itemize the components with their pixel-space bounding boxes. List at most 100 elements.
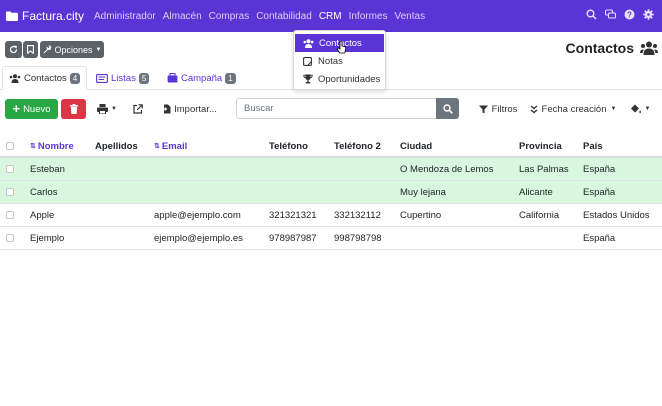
tab-label: Contactos (24, 72, 67, 84)
delete-button[interactable] (61, 99, 86, 119)
tab-label: Listas (111, 72, 136, 84)
column-header-pais[interactable]: País (583, 136, 603, 156)
row-checkbox[interactable] (6, 234, 14, 242)
cell-nombre[interactable]: Carlos (30, 181, 57, 203)
cell-pais: España (583, 232, 616, 244)
users-icon (303, 38, 314, 48)
refresh-button[interactable] (5, 41, 22, 58)
cell-ciudad: Cupertino (400, 209, 442, 221)
options-label: Opciones (54, 44, 93, 55)
column-header-provincia[interactable]: Provincia (519, 136, 562, 156)
column-label: País (583, 140, 603, 152)
note-icon (302, 56, 313, 66)
bookmark-button[interactable] (23, 41, 38, 58)
filters-label: Filtros (491, 103, 518, 115)
sort-button[interactable]: Fecha creación ▼ (528, 99, 618, 119)
cell-ciudad: O Mendoza de Lemos (400, 163, 494, 175)
cell-telefono: 978987987 (269, 232, 317, 244)
search-bar (236, 98, 459, 119)
nav-item-administrador[interactable]: Administrador (94, 11, 156, 22)
svg-text:?: ? (627, 10, 632, 19)
cell-nombre[interactable]: Apple (30, 204, 54, 226)
select-all-checkbox[interactable] (6, 142, 14, 150)
cell-ciudad: Muy lejana (400, 186, 446, 198)
cell-nombre[interactable]: Esteban (30, 158, 65, 180)
export-button[interactable] (128, 99, 148, 119)
nav-item-ventas[interactable]: Ventas (395, 11, 426, 22)
new-label: Nuevo (23, 103, 51, 115)
chat-icon[interactable] (604, 9, 617, 20)
import-label: Importar... (174, 103, 217, 115)
cell-pais: Estados Unidos (583, 209, 650, 221)
plus-icon: + (12, 101, 21, 116)
tab-contactos[interactable]: Contactos 4 (2, 66, 88, 90)
table-row[interactable]: Carlos Muy lejana Alicante España (0, 181, 662, 204)
search-button[interactable] (436, 98, 459, 119)
cell-pais: España (583, 186, 616, 198)
tab-campana[interactable]: Campaña 1 (167, 66, 236, 90)
tab-count-badge: 4 (69, 72, 81, 84)
refresh-icon (9, 45, 18, 54)
filters-button[interactable]: Filtros (473, 99, 523, 119)
gear-icon[interactable] (643, 9, 654, 20)
print-button[interactable]: ▼ (92, 99, 122, 119)
nav-item-informes[interactable]: Informes (349, 11, 388, 22)
table-row[interactable]: Ejemplo ejemplo@ejemplo.es 978987987 998… (0, 227, 662, 250)
crm-dropdown-menu: Contactos Notas Oportunidades (293, 30, 386, 90)
tab-count-badge: 5 (138, 72, 150, 84)
dropdown-item-notas[interactable]: Notas (294, 52, 385, 70)
column-label: Provincia (519, 140, 562, 152)
column-label: Email (161, 140, 188, 152)
trophy-icon (302, 74, 313, 84)
column-header-apellidos[interactable]: Apellidos (95, 136, 138, 156)
caret-down-icon: ▼ (644, 106, 651, 112)
column-header-telefono2[interactable]: Teléfono 2 (334, 136, 381, 156)
column-header-email[interactable]: ⇅ Email (154, 136, 187, 156)
print-icon (97, 104, 109, 114)
bookmark-icon (27, 45, 34, 54)
nav-item-contabilidad[interactable]: Contabilidad (256, 11, 312, 22)
cell-email: apple@ejemplo.com (154, 209, 241, 221)
cell-telefono2: 998798798 (334, 232, 382, 244)
brand-link[interactable]: Factura.city (6, 9, 84, 23)
search-icon[interactable] (586, 9, 597, 20)
nav-item-almacen[interactable]: Almacén (163, 11, 202, 22)
color-fill-button[interactable]: ▼ (624, 99, 656, 119)
row-checkbox-cell[interactable] (6, 227, 14, 249)
column-header-nombre[interactable]: ⇅ Nombre (30, 136, 74, 156)
caret-down-icon: ▼ (111, 106, 117, 112)
dropdown-item-label: Oportunidades (318, 73, 381, 85)
top-navbar: Factura.city Administrador Almacén Compr… (0, 0, 662, 32)
row-checkbox[interactable] (6, 165, 14, 173)
column-header-ciudad[interactable]: Ciudad (400, 136, 432, 156)
contacts-table: ⇅ Nombre Apellidos ⇅ Email Teléfono Teléfo… (0, 136, 662, 250)
row-checkbox[interactable] (6, 188, 14, 196)
tab-label: Campaña (181, 72, 223, 84)
options-button[interactable]: Opciones ▼ (40, 41, 104, 58)
help-icon[interactable]: ? (624, 9, 635, 20)
cell-provincia: Alicante (519, 186, 553, 198)
row-checkbox-cell[interactable] (6, 158, 14, 180)
cell-nombre[interactable]: Ejemplo (30, 227, 64, 249)
column-label: Nombre (37, 140, 74, 152)
row-checkbox[interactable] (6, 211, 14, 219)
external-link-icon (133, 104, 143, 114)
search-input[interactable] (236, 98, 436, 119)
nav-item-compras[interactable]: Compras (209, 11, 250, 22)
row-checkbox-cell[interactable] (6, 181, 14, 203)
column-header-telefono[interactable]: Teléfono (269, 136, 308, 156)
row-checkbox-cell[interactable] (6, 204, 14, 226)
users-icon (640, 41, 658, 55)
file-import-icon (162, 104, 171, 114)
table-row[interactable]: Esteban O Mendoza de Lemos Las Palmas Es… (0, 158, 662, 181)
import-button[interactable]: Importar... (158, 99, 221, 119)
folder-icon (6, 11, 18, 21)
sort-chevrons-icon (530, 104, 537, 113)
filter-icon (478, 105, 488, 113)
select-all-checkbox-cell[interactable] (6, 136, 14, 156)
table-row[interactable]: Apple apple@ejemplo.com 321321321 332132… (0, 204, 662, 227)
new-button[interactable]: + Nuevo (5, 99, 58, 119)
tab-listas[interactable]: Listas 5 (96, 66, 150, 90)
dropdown-item-oportunidades[interactable]: Oportunidades (294, 70, 385, 88)
nav-item-crm[interactable]: CRM (319, 11, 342, 22)
